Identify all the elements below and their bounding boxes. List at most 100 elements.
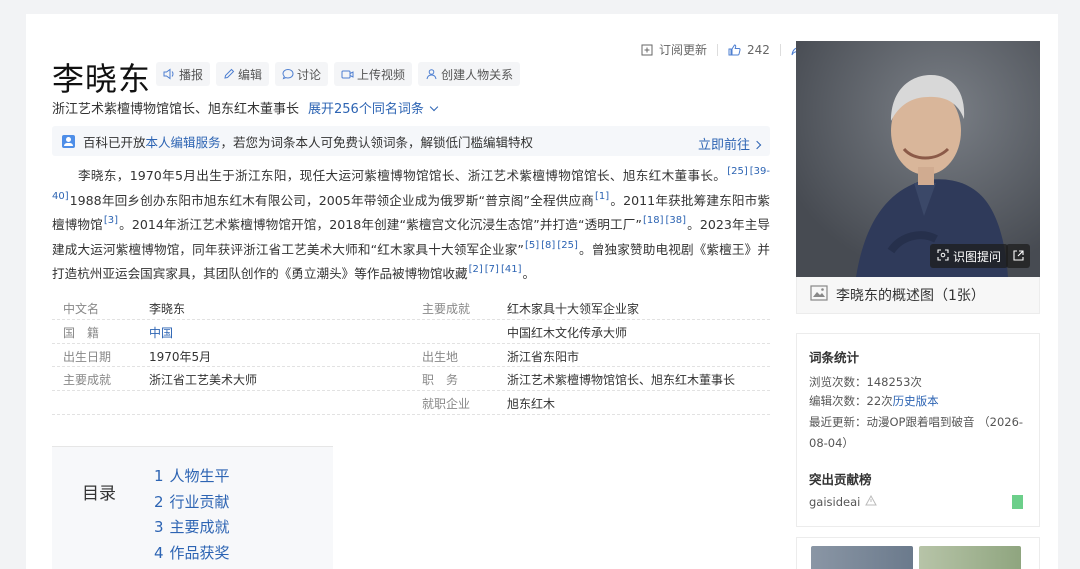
- citation-link[interactable]: [38]: [665, 215, 686, 226]
- last-updated: 最近更新：动漫OP跟着唱到破音 （2026-08-04）: [809, 415, 1024, 450]
- edit-count-text: 编辑次数：22次: [809, 394, 893, 408]
- toc-list: 1 人物生平 2 行业贡献 3 主要成就 4 作品获奖: [154, 464, 230, 566]
- info-key: 出生日期: [63, 349, 112, 364]
- go-now-link[interactable]: 立即前往: [697, 134, 762, 153]
- info-value: 浙江艺术紫檀博物馆馆长、旭东红木董事长: [507, 373, 736, 388]
- contributor-name: gaisideai: [809, 495, 861, 509]
- chat-bubble-icon: [282, 68, 294, 80]
- entry-toolbar: 播报 编辑 讨论 上传视频 创建人物关系: [156, 62, 521, 86]
- info-value: 旭东红木: [507, 397, 556, 412]
- info-value: 中国红木文化传承大师: [507, 325, 628, 340]
- stats-title: 词条统计: [809, 350, 860, 365]
- go-now-label: 立即前往: [697, 138, 750, 153]
- toc-item-label: 作品获奖: [169, 543, 230, 562]
- subscribe-button[interactable]: 订阅更新: [659, 41, 707, 58]
- video-camera-icon: [341, 69, 354, 80]
- info-row: 就职企业 旭东红木: [52, 391, 770, 415]
- info-value: 1970年5月: [149, 349, 212, 364]
- toc-title: 目录: [82, 484, 116, 504]
- edit-button[interactable]: 编辑: [216, 62, 270, 86]
- toc-item-number: 1: [154, 467, 164, 485]
- info-value: 浙江省工艺美术大师: [149, 373, 258, 388]
- claim-notice-banner: 百科已开放 本人编辑服务 ，若您为词条本人可免费认领词条，解锁低门槛编辑特权 立…: [52, 126, 770, 156]
- citation-link[interactable]: [8]: [541, 240, 555, 251]
- toc-item[interactable]: 4 作品获奖: [154, 541, 230, 567]
- photo-caption-link[interactable]: 李晓东的概述图（1张）: [796, 277, 1040, 314]
- citation-link[interactable]: [3]: [104, 215, 118, 226]
- toc-item-label: 人物生平: [169, 467, 230, 485]
- edit-count: 编辑次数：22次历史版本: [809, 393, 939, 409]
- info-value: 红木家具十大领军企业家: [507, 302, 640, 316]
- citation-link[interactable]: [1]: [595, 191, 609, 202]
- view-count: 浏览次数：148253次: [809, 375, 922, 389]
- warning-triangle-icon: [865, 494, 878, 509]
- basic-info-table: 中文名 李晓东 主要成就 红木家具十大领军企业家 国 籍 中国 中国红木文化传承…: [52, 296, 770, 415]
- broadcast-label: 播报: [179, 67, 204, 82]
- related-thumbnail[interactable]: [811, 546, 913, 569]
- entry-meta-bar: 订阅更新 242 3: [641, 41, 818, 58]
- citation-link[interactable]: [25]: [727, 166, 748, 177]
- divider: [779, 43, 781, 56]
- overview-photo[interactable]: [796, 41, 1040, 277]
- discuss-button[interactable]: 讨论: [275, 62, 329, 86]
- entry-stats-panel: 词条统计 浏览次数：148253次 编辑次数：22次历史版本 最近更新：动漫OP…: [796, 333, 1040, 527]
- image-search-label: 识图提问: [953, 249, 1002, 264]
- info-key: 主要成就: [422, 302, 471, 316]
- contributor-item[interactable]: gaisideai: [809, 494, 878, 509]
- share-out-icon: [1012, 247, 1025, 266]
- chevron-down-icon: [429, 102, 439, 112]
- info-value: 李晓东: [149, 302, 186, 316]
- thumbs-up-icon[interactable]: [728, 43, 741, 57]
- toc-item-label: 行业贡献: [169, 492, 230, 511]
- citation-link[interactable]: [25]: [557, 240, 578, 251]
- summary-text: 李晓东，1970年5月出生于浙江东阳，现任大运河紫檀博物馆馆长、浙江艺术紫檀博物…: [78, 168, 727, 183]
- citation-link[interactable]: [18]: [643, 215, 664, 226]
- photo-caption: 李晓东的概述图（1张）: [836, 288, 985, 304]
- broadcast-button[interactable]: 播报: [156, 62, 211, 86]
- upload-video-label: 上传视频: [357, 67, 406, 82]
- speaker-icon: [163, 68, 176, 80]
- contributors-title: 突出贡献榜: [809, 472, 872, 487]
- like-count[interactable]: 242: [747, 43, 770, 57]
- toc-item-number: 4: [154, 543, 164, 562]
- create-relation-button[interactable]: 创建人物关系: [418, 62, 521, 86]
- toc-item-label: 主要成就: [169, 518, 230, 536]
- gallery-icon: [810, 285, 828, 305]
- nationality-link[interactable]: 中国: [149, 324, 173, 341]
- entry-subtitle: 浙江艺术紫檀博物馆馆长、旭东红木董事长: [52, 102, 300, 117]
- divider: [717, 43, 719, 56]
- citation-link[interactable]: [2]: [469, 264, 483, 275]
- history-version-link[interactable]: 历史版本: [893, 394, 939, 408]
- subscribe-icon[interactable]: [641, 43, 653, 57]
- page-title: 李晓东: [52, 60, 152, 98]
- image-search-button[interactable]: 识图提问: [930, 244, 1009, 268]
- info-key: 就职企业: [422, 397, 471, 412]
- self-edit-service-link[interactable]: 本人编辑服务: [146, 132, 221, 151]
- info-key: 出生地: [422, 349, 459, 364]
- toc-item[interactable]: 3 主要成就: [154, 515, 230, 541]
- info-row: 中文名 李晓东 主要成就 红木家具十大领军企业家: [52, 296, 770, 320]
- toc-item-number: 3: [154, 518, 164, 536]
- info-row: 出生日期 1970年5月 出生地 浙江省东阳市: [52, 344, 770, 368]
- summary-paragraph: 李晓东，1970年5月出生于浙江东阳，现任大运河紫檀博物馆馆长、浙江艺术紫檀博物…: [52, 164, 770, 287]
- info-key: 国 籍: [63, 325, 100, 340]
- share-image-button[interactable]: [1006, 244, 1030, 268]
- info-row: 国 籍 中国 中国红木文化传承大师: [52, 320, 770, 344]
- citation-link[interactable]: [5]: [525, 240, 539, 251]
- citation-link[interactable]: [7]: [485, 264, 499, 275]
- bookmark-icon[interactable]: [1012, 495, 1023, 509]
- expand-homonyms-link[interactable]: 展开256个同名词条: [308, 98, 439, 117]
- chevron-right-icon: [752, 140, 762, 150]
- citation-link[interactable]: [41]: [501, 264, 522, 275]
- table-of-contents: 目录 1 人物生平 2 行业贡献 3 主要成就 4 作品获奖: [52, 446, 333, 569]
- info-value: 浙江省东阳市: [507, 349, 580, 364]
- toc-item[interactable]: 1 人物生平: [154, 464, 230, 490]
- upload-video-button[interactable]: 上传视频: [334, 62, 413, 86]
- info-row: 主要成就 浙江省工艺美术大师 职 务 浙江艺术紫檀博物馆馆长、旭东红木董事长: [52, 367, 770, 392]
- portrait-illustration: [796, 41, 1040, 277]
- summary-text: 。2014年浙江艺术紫檀博物馆开馆，2018年创建“紫檀宫文化沉浸生态馆”并打造…: [119, 217, 642, 233]
- related-thumbnail[interactable]: [919, 546, 1021, 569]
- pencil-icon: [223, 68, 235, 80]
- info-key: 主要成就: [63, 373, 112, 388]
- toc-item[interactable]: 2 行业贡献: [154, 490, 230, 516]
